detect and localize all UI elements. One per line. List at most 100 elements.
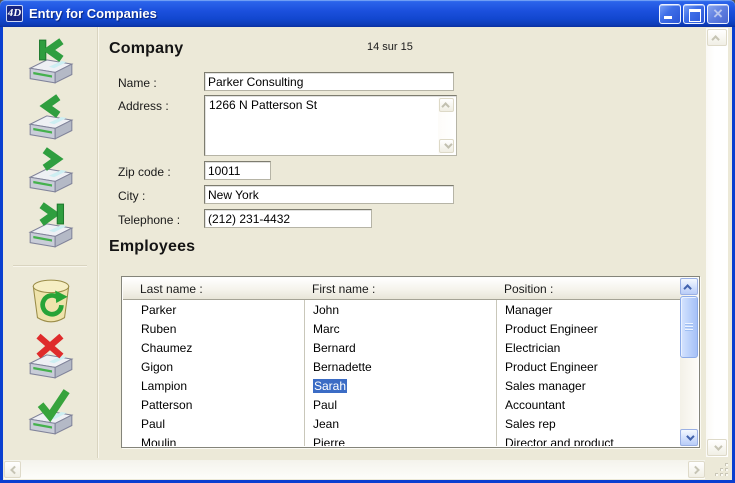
address-label: Address :: [118, 99, 169, 113]
table-row-clipped: Moulin Pierre Director and product: [123, 434, 680, 446]
address-value: 1266 N Patterson St: [209, 98, 436, 112]
cell-position[interactable]: Product Engineer: [505, 360, 598, 374]
cell-last-name[interactable]: Ruben: [141, 322, 176, 336]
cancel-x-icon: [25, 332, 77, 382]
cancel-button[interactable]: [25, 332, 77, 382]
window-scroll-up-button[interactable]: [707, 29, 727, 46]
chevron-down-icon: [714, 442, 722, 450]
cell-first-name[interactable]: Bernadette: [313, 360, 372, 374]
header-first-name: First name :: [312, 282, 375, 296]
name-label: Name :: [118, 76, 157, 90]
zip-code-field[interactable]: [204, 161, 271, 180]
trash-recycle-icon: [25, 277, 77, 327]
table-vertical-scrollbar[interactable]: [680, 278, 698, 446]
cell-position[interactable]: Accountant: [505, 398, 565, 412]
titlebar[interactable]: 4D Entry for Companies: [0, 0, 735, 27]
table-scroll-up-button[interactable]: [680, 278, 698, 295]
last-record-button[interactable]: [25, 201, 77, 251]
cell-first-name[interactable]: Pierre: [313, 436, 345, 446]
table-row: Chaumez Bernard Electrician: [123, 339, 680, 358]
table-scroll-thumb[interactable]: [680, 296, 698, 358]
delete-record-button[interactable]: [25, 277, 77, 327]
cell-first-name[interactable]: Bernard: [313, 341, 356, 355]
cell-last-name[interactable]: Paul: [141, 417, 165, 431]
previous-record-button[interactable]: [25, 93, 77, 143]
maximize-button[interactable]: [683, 4, 705, 24]
chevron-up-icon: [441, 102, 449, 110]
table-row: Gigon Bernadette Product Engineer: [123, 358, 680, 377]
table-row: Paul Jean Sales rep: [123, 415, 680, 434]
window-horizontal-scrollbar[interactable]: [4, 460, 705, 479]
cell-position[interactable]: Sales manager: [505, 379, 586, 393]
name-field[interactable]: [204, 72, 454, 91]
cell-last-name[interactable]: Lampion: [141, 379, 187, 393]
employees-heading: Employees: [109, 238, 195, 256]
accept-check-icon: [25, 388, 77, 438]
address-scrollbar[interactable]: [438, 97, 455, 154]
last-record-icon: [25, 201, 77, 251]
cell-first-name[interactable]: Marc: [313, 322, 340, 336]
address-field[interactable]: 1266 N Patterson St: [204, 95, 457, 156]
cell-first-name[interactable]: Jean: [313, 417, 339, 431]
table-row-selected: Lampion Sarah Sales manager: [123, 377, 680, 396]
cell-first-name[interactable]: John: [313, 303, 339, 317]
table-body: Parker John Manager Ruben Marc Product E…: [123, 301, 680, 446]
cell-last-name[interactable]: Gigon: [141, 360, 173, 374]
minimize-button[interactable]: [659, 4, 681, 24]
employees-table: Last name : First name : Position : Park…: [121, 276, 700, 448]
record-toolbar: [3, 27, 97, 458]
first-record-icon: [25, 37, 77, 87]
chevron-up-icon: [711, 35, 719, 43]
city-label: City :: [118, 189, 145, 203]
table-row: Patterson Paul Accountant: [123, 396, 680, 415]
cell-first-name[interactable]: Paul: [313, 398, 337, 412]
cell-position[interactable]: Electrician: [505, 341, 560, 355]
cell-last-name[interactable]: Patterson: [141, 398, 192, 412]
toolbar-separator: [97, 27, 99, 458]
first-record-button[interactable]: [25, 37, 77, 87]
chevron-down-icon: [444, 140, 452, 148]
next-record-button[interactable]: [25, 146, 77, 196]
accept-button[interactable]: [25, 388, 77, 438]
address-scroll-up-button[interactable]: [439, 98, 454, 112]
window-scroll-left-button[interactable]: [4, 461, 21, 478]
table-scroll-down-button[interactable]: [680, 429, 698, 446]
window-title: Entry for Companies: [29, 6, 157, 21]
cell-position[interactable]: Manager: [505, 303, 552, 317]
cell-first-name-selected[interactable]: Sarah: [313, 379, 347, 393]
cell-position[interactable]: Director and product: [505, 436, 614, 446]
window-content: Company 14 sur 15 Name : Address : 1266 …: [3, 27, 732, 480]
address-scroll-down-button[interactable]: [439, 139, 454, 153]
cell-position[interactable]: Product Engineer: [505, 322, 598, 336]
telephone-label: Telephone :: [118, 213, 180, 227]
city-field[interactable]: [204, 185, 454, 204]
close-button[interactable]: [707, 4, 729, 24]
chevron-left-icon: [10, 465, 18, 473]
telephone-field[interactable]: [204, 209, 372, 228]
zip-code-label: Zip code :: [118, 165, 171, 179]
resize-grip[interactable]: [713, 461, 729, 477]
chevron-up-icon: [683, 284, 691, 292]
header-position: Position :: [504, 282, 553, 296]
table-header: Last name : First name : Position :: [123, 278, 680, 300]
cell-last-name[interactable]: Parker: [141, 303, 176, 317]
company-heading: Company: [109, 40, 183, 58]
window-vertical-scrollbar[interactable]: [706, 28, 728, 457]
header-last-name: Last name :: [140, 282, 203, 296]
toolbar-divider: [13, 265, 87, 267]
previous-record-icon: [25, 93, 77, 143]
record-counter: 14 sur 15: [367, 41, 413, 53]
window-scroll-down-button[interactable]: [707, 439, 727, 456]
selected-text: Sarah: [313, 379, 347, 393]
chevron-down-icon: [686, 432, 694, 440]
cell-last-name[interactable]: Chaumez: [141, 341, 192, 355]
4d-app-icon: 4D: [6, 5, 23, 22]
grip-dots-icon: [713, 461, 729, 477]
table-row: Ruben Marc Product Engineer: [123, 320, 680, 339]
cell-last-name[interactable]: Moulin: [141, 436, 176, 446]
window-scroll-right-button[interactable]: [688, 461, 705, 478]
app-window: 4D Entry for Companies: [0, 0, 735, 483]
table-row: Parker John Manager: [123, 301, 680, 320]
next-record-icon: [25, 146, 77, 196]
cell-position[interactable]: Sales rep: [505, 417, 556, 431]
